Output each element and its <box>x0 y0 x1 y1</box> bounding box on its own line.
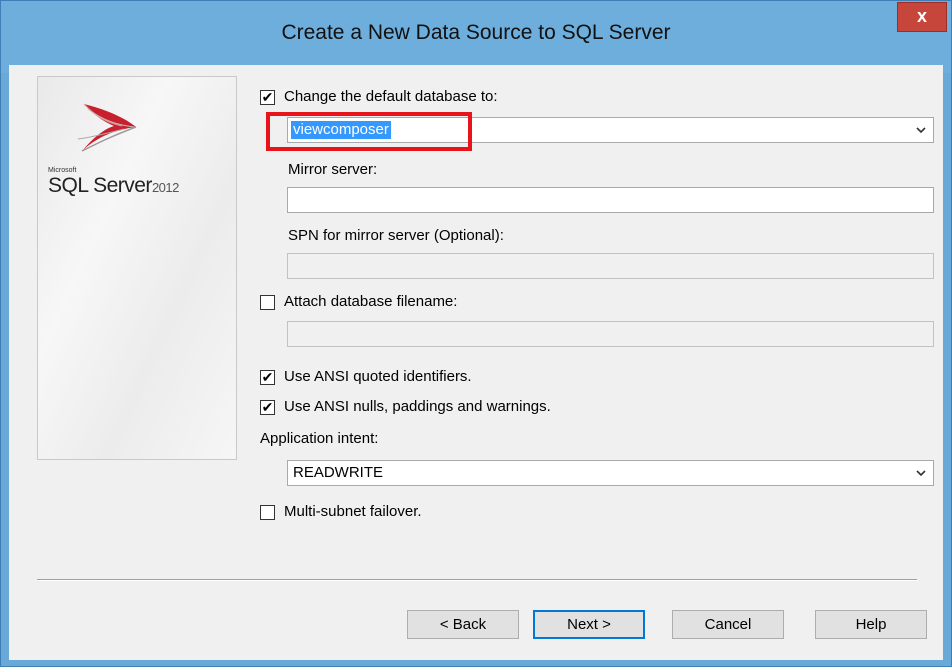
product-wordmark: SQL Server2012 <box>48 174 179 198</box>
spn-mirror-input[interactable] <box>287 253 934 279</box>
multi-subnet-checkbox[interactable] <box>260 505 275 520</box>
ansi-quoted-label: Use ANSI quoted identifiers. <box>284 368 472 385</box>
help-button[interactable]: Help <box>815 610 927 639</box>
title-bar[interactable]: Create a New Data Source to SQL Server x <box>1 1 951 73</box>
attach-db-input[interactable] <box>287 321 934 347</box>
next-button[interactable]: Next > <box>533 610 645 639</box>
ansi-nulls-label: Use ANSI nulls, paddings and warnings. <box>284 398 551 415</box>
ansi-nulls-checkbox[interactable]: ✔ <box>260 400 275 415</box>
attach-db-checkbox[interactable] <box>260 295 275 310</box>
app-intent-value: READWRITE <box>293 464 383 481</box>
attach-db-label: Attach database filename: <box>284 293 458 310</box>
change-default-db-checkbox[interactable]: ✔ <box>260 90 275 105</box>
product-version: 2012 <box>151 180 179 195</box>
mirror-server-input[interactable] <box>287 187 934 213</box>
ansi-quoted-checkbox[interactable]: ✔ <box>260 370 275 385</box>
cancel-button[interactable]: Cancel <box>672 610 784 639</box>
spn-mirror-label: SPN for mirror server (Optional): <box>288 227 504 244</box>
dialog-window: Create a New Data Source to SQL Server x… <box>0 0 952 667</box>
multi-subnet-label: Multi-subnet failover. <box>284 503 422 520</box>
back-button[interactable]: < Back <box>407 610 519 639</box>
annotation-highlight-box <box>266 112 472 151</box>
product-name: SQL Server <box>48 174 152 197</box>
change-default-db-label: Change the default database to: <box>284 88 498 105</box>
sql-server-logo-panel: Microsoft SQL Server2012 <box>37 76 237 460</box>
app-intent-combo[interactable]: READWRITE <box>287 460 934 486</box>
mirror-server-label: Mirror server: <box>288 161 378 178</box>
microsoft-wordmark: Microsoft <box>48 167 77 174</box>
close-button[interactable]: x <box>897 2 947 32</box>
footer-separator <box>37 579 917 581</box>
sql-server-logo-icon <box>77 103 137 152</box>
chevron-down-icon[interactable] <box>913 465 929 481</box>
chevron-down-icon[interactable] <box>913 122 929 138</box>
dialog-body: Microsoft SQL Server2012 ✔ Change the de… <box>9 65 943 660</box>
app-intent-label: Application intent: <box>260 430 379 447</box>
window-title: Create a New Data Source to SQL Server <box>281 21 671 44</box>
